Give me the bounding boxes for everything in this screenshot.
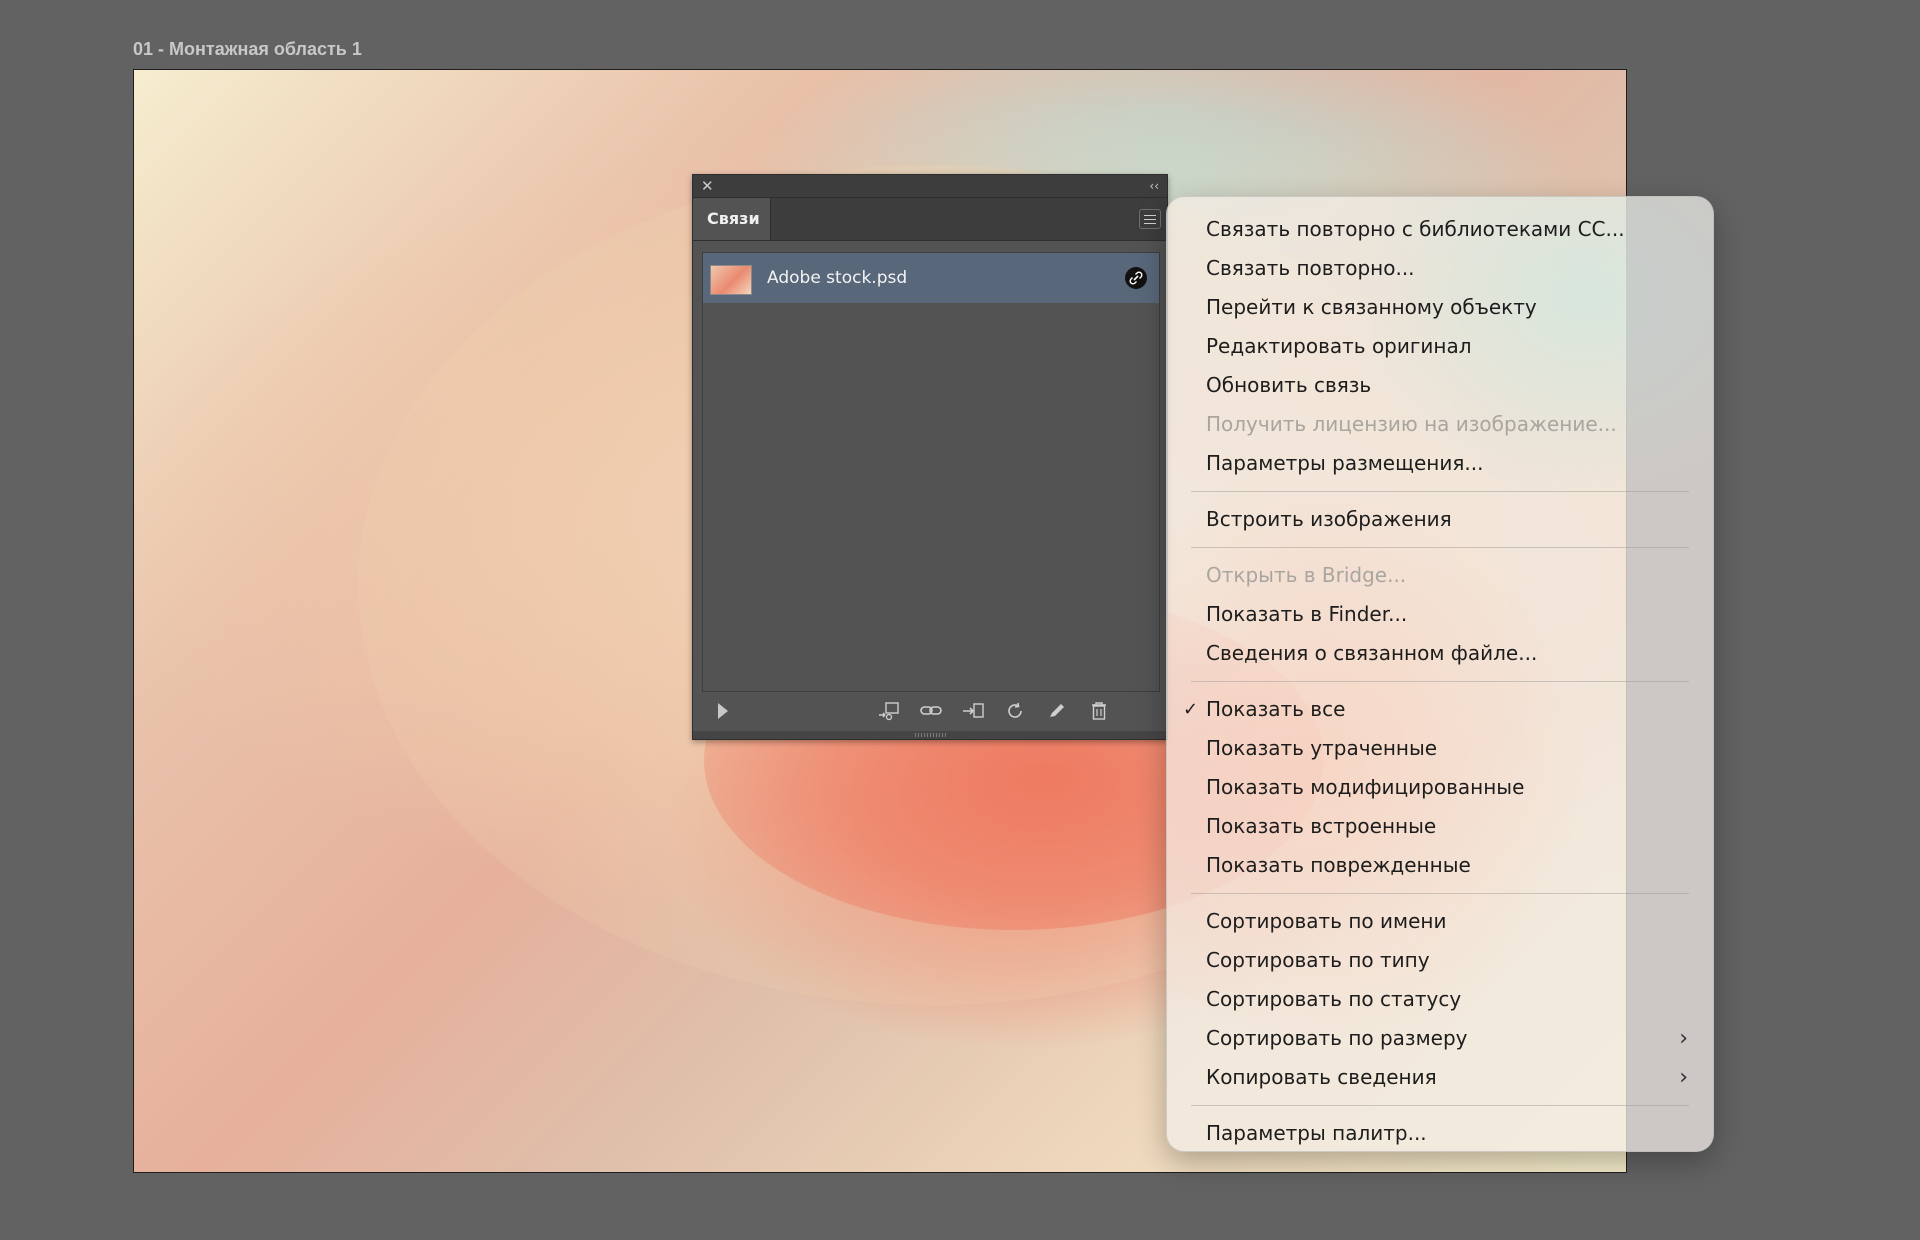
menu-item[interactable]: Связать повторно с библиотеками CC... (1167, 210, 1713, 249)
menu-item[interactable]: Редактировать оригинал (1167, 327, 1713, 366)
menu-item-label: Связать повторно с библиотеками CC... (1206, 217, 1625, 241)
menu-item-label: Параметры размещения... (1206, 451, 1484, 475)
links-list: Adobe stock.psd (702, 252, 1160, 692)
tab-links[interactable]: Связи (693, 198, 771, 240)
menu-item[interactable]: Параметры размещения... (1167, 444, 1713, 483)
trash-icon[interactable] (1087, 701, 1111, 723)
menu-item[interactable]: Обновить связь (1167, 366, 1713, 405)
menu-item-label: Обновить связь (1206, 373, 1372, 397)
menu-separator (1191, 893, 1689, 894)
panel-footer (693, 693, 1167, 731)
menu-item[interactable]: Параметры палитр... (1167, 1114, 1713, 1151)
chevron-right-icon: › (1679, 1065, 1688, 1090)
menu-item-label: Показать поврежденные (1206, 853, 1471, 877)
menu-item-label: Встроить изображения (1206, 507, 1452, 531)
show-info-triangle-icon[interactable] (718, 703, 728, 719)
menu-item-label: Сортировать по статусу (1206, 987, 1462, 1011)
menu-item[interactable]: Показать модифицированные (1167, 768, 1713, 807)
relink-from-cc-icon[interactable] (877, 701, 901, 723)
link-file-name: Adobe stock.psd (767, 268, 908, 288)
thumbnail-image (710, 265, 752, 295)
menu-item[interactable]: Показать в Finder... (1167, 595, 1713, 634)
menu-item-label: Связать повторно... (1206, 256, 1415, 280)
resize-grip[interactable] (693, 731, 1167, 739)
menu-item[interactable]: Показать встроенные (1167, 807, 1713, 846)
close-icon[interactable]: ✕ (701, 177, 714, 195)
menu-item-label: Параметры палитр... (1206, 1121, 1427, 1145)
menu-item-label: Получить лицензию на изображение... (1206, 412, 1617, 436)
menu-item[interactable]: Сортировать по размеру › (1167, 1019, 1713, 1058)
menu-item[interactable]: Копировать сведения › (1167, 1058, 1713, 1097)
menu-item: Открыть в Bridge... (1167, 556, 1713, 595)
menu-item-label: Показать все (1206, 697, 1346, 721)
artboard-label: 01 - Монтажная область 1 (133, 39, 362, 59)
menu-item: Получить лицензию на изображение... (1167, 405, 1713, 444)
menu-separator (1191, 1105, 1689, 1106)
menu-item-label: Сортировать по размеру (1206, 1026, 1468, 1050)
go-to-link-icon[interactable] (961, 701, 985, 723)
panel-context-menu: Связать повторно с библиотеками CC... Свя… (1166, 196, 1714, 1152)
menu-item[interactable]: Перейти к связанному объекту (1167, 288, 1713, 327)
edit-original-icon[interactable] (1045, 701, 1069, 723)
menu-separator (1191, 491, 1689, 492)
menu-item-label: Редактировать оригинал (1206, 334, 1472, 358)
menu-item[interactable]: ✓ Показать все (1167, 690, 1713, 729)
menu-item-label: Сведения о связанном файле... (1206, 641, 1538, 665)
menu-item-label: Показать модифицированные (1206, 775, 1525, 799)
menu-item-label: Показать в Finder... (1206, 602, 1408, 626)
menu-item[interactable]: Сортировать по имени (1167, 902, 1713, 941)
menu-item-label: Показать встроенные (1206, 814, 1437, 838)
relink-icon[interactable] (919, 701, 943, 723)
menu-item[interactable]: Встроить изображения (1167, 500, 1713, 539)
menu-item[interactable]: Сортировать по типу (1167, 941, 1713, 980)
menu-item[interactable]: Показать поврежденные (1167, 846, 1713, 885)
list-item[interactable]: Adobe stock.psd (703, 253, 1159, 303)
menu-item-label: Показать утраченные (1206, 736, 1438, 760)
menu-item-label: Копировать сведения (1206, 1065, 1437, 1089)
panel-menu-icon[interactable] (1139, 209, 1161, 229)
panel-tabbar: Связи (693, 198, 1167, 241)
menu-item-label: Сортировать по типу (1206, 948, 1430, 972)
menu-item[interactable]: Сортировать по статусу (1167, 980, 1713, 1019)
collapse-icon[interactable]: ‹‹ (1149, 177, 1159, 195)
menu-item-label: Сортировать по имени (1206, 909, 1447, 933)
update-link-icon[interactable] (1003, 701, 1027, 723)
menu-item[interactable]: Сведения о связанном файле... (1167, 634, 1713, 673)
menu-item-label: Открыть в Bridge... (1206, 563, 1407, 587)
chevron-right-icon: › (1679, 1026, 1688, 1051)
menu-separator (1191, 547, 1689, 548)
menu-item-label: Перейти к связанному объекту (1206, 295, 1537, 319)
checkmark-icon: ✓ (1183, 699, 1199, 720)
menu-separator (1191, 681, 1689, 682)
links-panel: ✕ ‹‹ Связи Adobe stock.psd (692, 174, 1168, 740)
menu-item[interactable]: Связать повторно... (1167, 249, 1713, 288)
menu-item[interactable]: Показать утраченные (1167, 729, 1713, 768)
link-icon (1125, 267, 1147, 289)
panel-titlebar[interactable]: ✕ ‹‹ (693, 175, 1167, 198)
